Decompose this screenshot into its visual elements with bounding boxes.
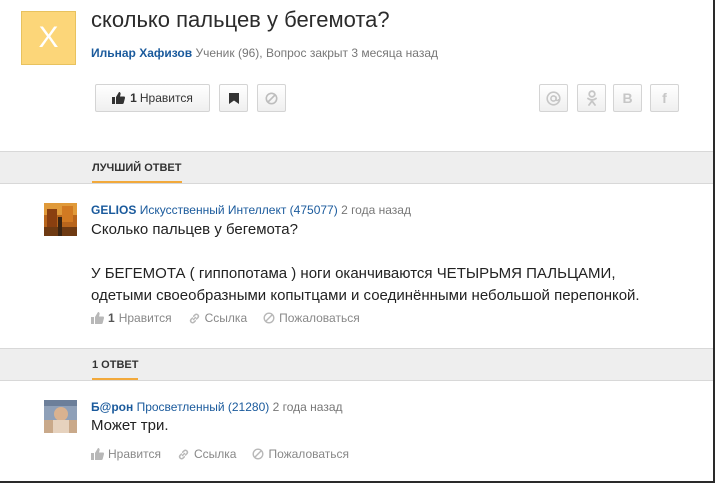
answer-time: 2 года назад (272, 400, 343, 414)
question-meta: Ильнар Хафизов Ученик (96), Вопрос закры… (91, 46, 438, 60)
question-author-link[interactable]: Ильнар Хафизов (91, 46, 192, 60)
answer-actions: Нравится Ссылка Пожаловаться (91, 447, 349, 461)
block-icon (263, 312, 275, 324)
answer-link-label: Ссылка (193, 447, 237, 461)
best-answer-line: одетыми своеобразными копытцами и соедин… (91, 287, 640, 304)
block-button[interactable] (257, 84, 286, 112)
best-answer-report-button[interactable]: Пожаловаться (263, 311, 360, 325)
mail-at-icon (546, 90, 561, 106)
best-answer-like-button[interactable]: 1 Нравится (91, 311, 172, 325)
question-title: сколько пальцев у бегемота? (91, 7, 390, 32)
best-answer-like-count: 1 (108, 311, 115, 325)
facebook-icon: f (662, 90, 667, 106)
vk-icon: В (622, 90, 633, 106)
best-answer-heading: ЛУЧШИЙ ОТВЕТ (92, 162, 182, 183)
best-answer-text: Сколько пальцев у бегемота? У БЕГЕМОТА (… (91, 219, 640, 307)
answer-avatar[interactable] (44, 400, 77, 433)
answer-text: Может три. (91, 417, 169, 434)
best-answer-like-label: Нравится (118, 311, 172, 325)
best-answer-link-button[interactable]: Ссылка (188, 311, 247, 325)
block-icon (265, 92, 278, 105)
best-answer-time: 2 года назад (341, 203, 411, 217)
odnoklassniki-icon (586, 90, 598, 106)
bookmark-button[interactable] (219, 84, 248, 112)
thumbs-up-icon (91, 448, 104, 460)
best-answer-rank[interactable]: Искусственный Интеллект (475077) (140, 203, 338, 217)
share-ok-button[interactable] (577, 84, 606, 112)
answer-like-label: Нравится (108, 447, 161, 461)
link-icon (177, 448, 190, 461)
link-icon (188, 312, 201, 325)
best-answer-line: Сколько пальцев у бегемота? (91, 221, 298, 238)
bookmark-icon (228, 92, 239, 104)
question-page: X сколько пальцев у бегемота? Ильнар Хаф… (0, 0, 715, 483)
answer-report-button[interactable]: Пожаловаться (252, 447, 349, 461)
share-facebook-button[interactable]: f (650, 84, 679, 112)
best-answer-header: GELIOS Искусственный Интеллект (475077) … (91, 203, 411, 217)
like-button[interactable]: 1 Нравится (95, 84, 210, 112)
share-mail-button[interactable] (539, 84, 568, 112)
answer-rank[interactable]: Просветленный (21280) (137, 400, 270, 414)
block-icon (252, 448, 264, 460)
share-vk-button[interactable]: В (613, 84, 642, 112)
answer-like-button[interactable]: Нравится (91, 447, 161, 461)
best-answer-author-link[interactable]: GELIOS (91, 203, 136, 217)
best-answer-actions: 1 Нравится Ссылка Пожаловаться (91, 311, 360, 325)
answers-section-bar: 1 ОТВЕТ (0, 348, 713, 381)
question-avatar[interactable]: X (21, 11, 76, 65)
like-count: 1 (130, 91, 137, 105)
answer-report-label: Пожаловаться (268, 447, 350, 461)
like-label: Нравится (139, 91, 193, 105)
best-answer-report-label: Пожаловаться (279, 311, 360, 325)
best-answer-avatar[interactable] (44, 203, 77, 236)
answers-heading: 1 ОТВЕТ (92, 359, 139, 380)
best-answer-line: У БЕГЕМОТА ( гиппопотама ) ноги оканчива… (91, 265, 616, 282)
answer-header: Б@рон Просветленный (21280) 2 года назад (91, 400, 343, 414)
best-answer-section-bar: ЛУЧШИЙ ОТВЕТ (0, 151, 713, 184)
thumbs-up-icon (112, 92, 126, 104)
thumbs-up-icon (91, 312, 104, 324)
question-meta-text: Ученик (96), Вопрос закрыт 3 месяца наза… (195, 46, 439, 60)
best-answer-link-label: Ссылка (204, 311, 248, 325)
answer-link-button[interactable]: Ссылка (177, 447, 236, 461)
best-answer-line (91, 241, 640, 263)
answer-author-link[interactable]: Б@рон (91, 400, 133, 414)
